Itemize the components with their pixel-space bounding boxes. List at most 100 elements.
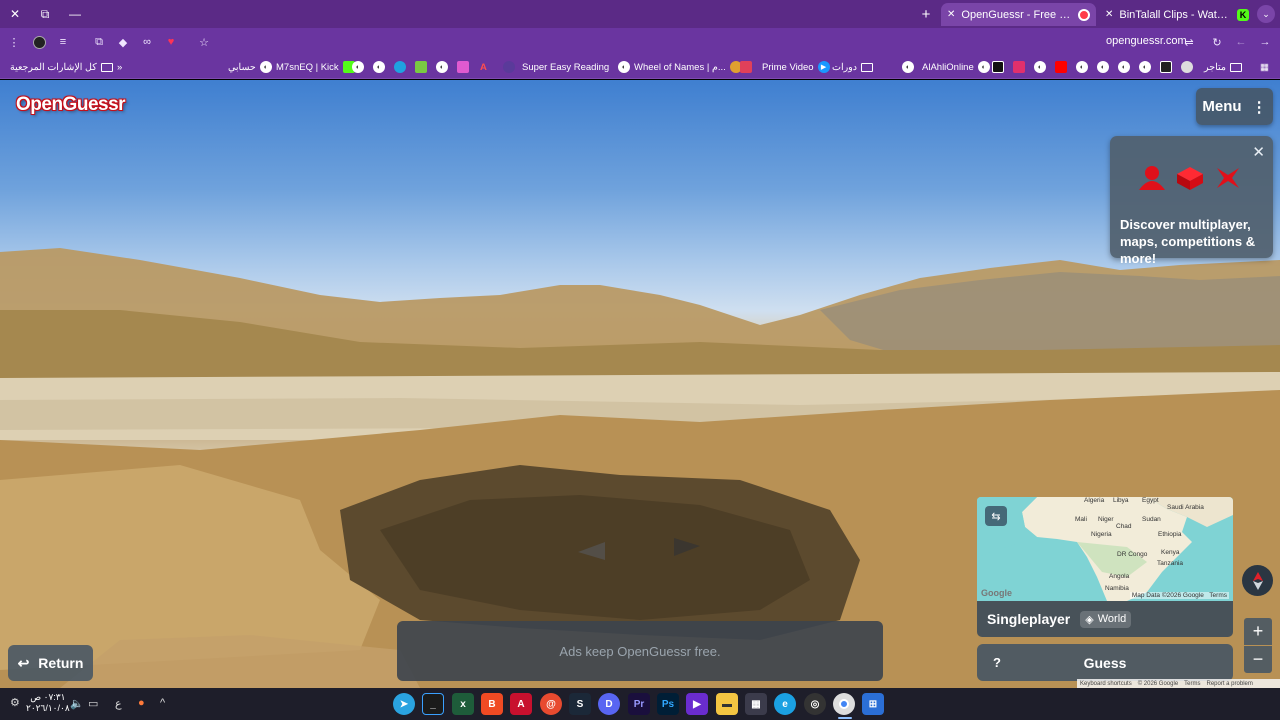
- tab-close-icon[interactable]: ✕: [947, 9, 955, 20]
- bookmark-globe-5[interactable]: ◐: [1034, 60, 1046, 74]
- show-hidden-icons-chevron-icon[interactable]: ^: [160, 697, 165, 709]
- input-language[interactable]: ع: [115, 697, 122, 710]
- keyboard-shortcuts-link[interactable]: Keyboard shortcuts: [1080, 681, 1132, 687]
- volume-icon[interactable]: 🔈: [70, 697, 84, 710]
- file-explorer-icon[interactable]: ▬: [716, 693, 738, 715]
- address-bar[interactable]: openguessr.com: [1106, 35, 1187, 47]
- restore-window-icon[interactable]: ⧉: [35, 4, 55, 24]
- menu-button[interactable]: Menu ⋮: [1196, 88, 1273, 125]
- bookmark-globe-4[interactable]: ◐: [902, 60, 914, 74]
- extension-heart-icon[interactable]: ♥: [162, 33, 180, 51]
- bookmark-download-2[interactable]: [1160, 60, 1172, 74]
- extensions-puzzle-icon[interactable]: ⧉: [90, 33, 108, 51]
- bookmark-download[interactable]: [415, 60, 427, 74]
- guess-button[interactable]: Guess: [977, 655, 1233, 671]
- system-clock[interactable]: ٠٧:٣١ ص ٢٠٢٦/١٠/٠٨: [26, 692, 70, 714]
- map-place-label: Ethiopia: [1158, 531, 1182, 538]
- video-app-icon[interactable]: ▶: [686, 693, 708, 715]
- microphone-icon[interactable]: ●: [138, 697, 145, 709]
- new-tab-button[interactable]: +: [916, 4, 936, 24]
- zoom-out-button[interactable]: −: [1244, 646, 1272, 673]
- openguessr-logo[interactable]: OpenGuessr: [16, 94, 126, 116]
- affinity-icon[interactable]: A: [510, 693, 532, 715]
- bookmark-star-icon[interactable]: ☆: [195, 33, 213, 51]
- bookmarks-overflow-chevron-icon[interactable]: »: [117, 60, 122, 74]
- bookmark-instagram[interactable]: [1013, 60, 1025, 74]
- extension-glasses-icon[interactable]: ∞: [138, 33, 156, 51]
- bookmark-dawrat[interactable]: دورات: [832, 60, 873, 74]
- bookmark-globe-9[interactable]: ◐: [1139, 60, 1151, 74]
- compass-icon[interactable]: [1242, 565, 1273, 596]
- premiere-icon[interactable]: Pr: [628, 693, 650, 715]
- media-controls-icon[interactable]: ≡: [54, 33, 72, 51]
- tab-close-icon[interactable]: ✕: [1105, 9, 1113, 20]
- return-button[interactable]: ↩ Return: [8, 645, 93, 681]
- back-icon[interactable]: →: [1256, 33, 1274, 51]
- extension-diamond-icon[interactable]: ◆: [114, 33, 132, 51]
- folder-icon: [861, 62, 873, 72]
- promo-popup[interactable]: ✕ Discover multiplayer, maps, competitio…: [1110, 136, 1273, 266]
- terminal-icon[interactable]: _: [422, 693, 444, 715]
- bookmark-globe-3[interactable]: ◐: [436, 60, 448, 74]
- map-size-toggle-icon[interactable]: ⇆: [985, 506, 1007, 526]
- all-bookmarks[interactable]: كل الإشارات المرجعية: [10, 60, 113, 74]
- chrome-icon[interactable]: [833, 693, 855, 715]
- windows-start-icon[interactable]: ⊞: [862, 693, 884, 715]
- tab-title: OpenGuessr - Free GeoGuessr Alternative: [961, 8, 1072, 21]
- tab-search-icon[interactable]: ⌄: [1257, 5, 1275, 23]
- site-settings-icon[interactable]: ⇌: [1180, 33, 1198, 51]
- bookmark-bot[interactable]: [1181, 60, 1193, 74]
- report-problem-link[interactable]: Report a problem: [1207, 681, 1253, 687]
- telegram-icon[interactable]: ➤: [393, 693, 415, 715]
- bookmark-moon[interactable]: [503, 60, 515, 74]
- apps-grid-icon[interactable]: ▦: [1260, 60, 1269, 74]
- photoshop-icon[interactable]: Ps: [657, 693, 679, 715]
- google-footer: Keyboard shortcuts © 2026 Google Terms R…: [1077, 679, 1280, 688]
- discord-icon[interactable]: D: [598, 693, 620, 715]
- bookmark-image[interactable]: [457, 60, 469, 74]
- bookmark-globe-8[interactable]: ◐: [1118, 60, 1130, 74]
- map-terms-link[interactable]: Terms: [1209, 592, 1227, 599]
- map-chip[interactable]: ◈ World: [1080, 610, 1132, 628]
- close-window-icon[interactable]: ✕: [5, 4, 25, 24]
- microsoft-store-icon[interactable]: ▦: [745, 693, 767, 715]
- extension-avatar-icon[interactable]: [30, 33, 48, 51]
- bookmark-red[interactable]: [740, 60, 752, 74]
- bookmark-globe-7[interactable]: ◐: [1097, 60, 1109, 74]
- bookmark-matajer[interactable]: متاجر: [1204, 60, 1242, 74]
- tab-openguessr[interactable]: ✕ OpenGuessr - Free GeoGuessr Alternativ…: [941, 3, 1096, 26]
- terms-link[interactable]: Terms: [1184, 681, 1200, 687]
- forward-icon[interactable]: ←: [1232, 33, 1250, 51]
- bookmark-globe-1[interactable]: ◐: [352, 60, 364, 74]
- map-place-label: Namibia: [1105, 585, 1129, 592]
- bookmark-super-easy-reading[interactable]: Super Easy Reading: [522, 60, 609, 74]
- obs-icon[interactable]: ◎: [804, 693, 826, 715]
- bookmark-tiktok[interactable]: [992, 60, 1004, 74]
- bookmark-globe-6[interactable]: ◐: [1076, 60, 1088, 74]
- reload-icon[interactable]: ↻: [1208, 33, 1226, 51]
- red-app-icon[interactable]: @: [540, 693, 562, 715]
- bookmark-a[interactable]: A: [480, 60, 487, 74]
- kebab-menu-icon[interactable]: ⋮: [5, 33, 23, 51]
- bookmark-globe-2[interactable]: ◐: [373, 60, 385, 74]
- edge-icon[interactable]: e: [774, 693, 796, 715]
- excel-icon[interactable]: x: [452, 693, 474, 715]
- bookmark-wheel-of-names[interactable]: ◐ Wheel of Names | م...: [618, 60, 742, 74]
- map-place-label: Kenya: [1161, 549, 1180, 556]
- brave-icon[interactable]: B: [481, 693, 503, 715]
- display-icon[interactable]: ▭: [88, 697, 98, 710]
- zoom-in-button[interactable]: +: [1244, 618, 1272, 645]
- guess-minimap[interactable]: ⇆ Algeria Libya Egypt Mali Niger Chad Su…: [977, 497, 1233, 601]
- bookmark-prime-video[interactable]: Prime Video ▶: [762, 60, 830, 74]
- bookmark-youtube[interactable]: [1055, 60, 1067, 74]
- bookmark-edge[interactable]: [394, 60, 406, 74]
- minimize-window-icon[interactable]: —: [65, 4, 85, 24]
- close-icon[interactable]: ✕: [1252, 143, 1265, 161]
- bookmark-kick[interactable]: M7snEQ | Kick: [276, 60, 355, 74]
- bookmark-hesabi[interactable]: حسابي ◐: [228, 60, 272, 74]
- bookmark-alahlionline[interactable]: AlAhliOnline ◐: [922, 60, 990, 74]
- network-icon[interactable]: ⚙: [10, 696, 20, 709]
- tab-bintalall[interactable]: ✕ BinTalall Clips - Watch Live on Kick K: [1099, 3, 1255, 26]
- steam-icon[interactable]: S: [569, 693, 591, 715]
- tab-title: BinTalall Clips - Watch Live on Kick: [1119, 8, 1231, 21]
